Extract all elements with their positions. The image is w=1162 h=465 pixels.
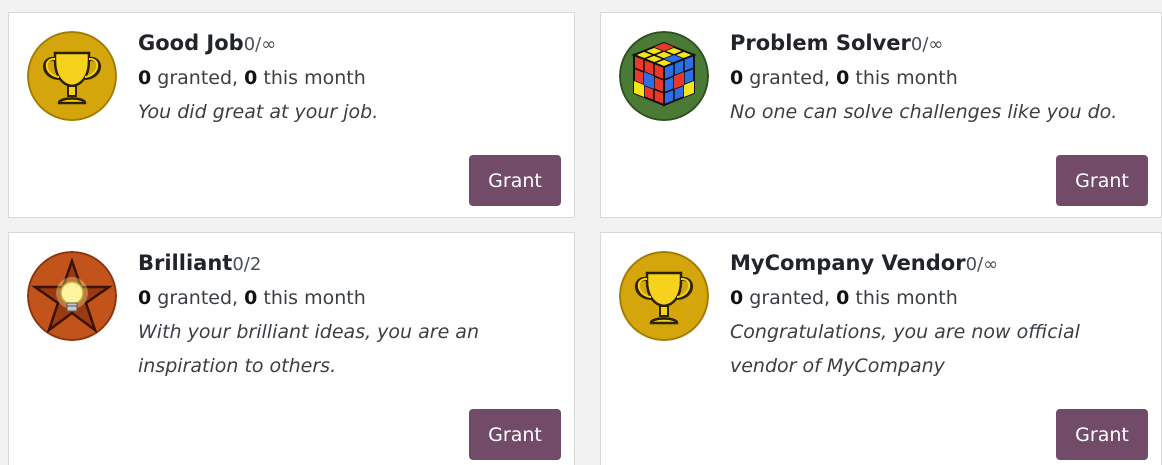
badge-description: Congratulations, you are now official ve… [730, 321, 1080, 377]
badge-grid: Good Job0/∞ 0 granted, 0 this month You … [0, 0, 1162, 465]
badge-card-problem-solver: Problem Solver0/∞ 0 granted, 0 this mont… [600, 12, 1162, 218]
badge-description: You did great at your job. [138, 101, 379, 123]
granted-count: 0 [730, 67, 744, 89]
badge-title: MyCompany Vendor0/∞ [730, 247, 1147, 281]
badge-card-brilliant: Brilliant0/2 0 granted, 0 this month Wit… [8, 232, 575, 465]
badge-card-good-job: Good Job0/∞ 0 granted, 0 this month You … [8, 12, 575, 218]
badge-title: Brilliant0/2 [138, 247, 560, 281]
badge-limit: 0/∞ [910, 34, 944, 55]
month-count: 0 [244, 287, 258, 309]
badge-stats: 0 granted, 0 this month [730, 67, 958, 89]
badge-info: Good Job0/∞ 0 granted, 0 this month You … [138, 27, 560, 129]
trophy-icon [619, 251, 709, 341]
badge-info: Brilliant0/2 0 granted, 0 this month Wit… [138, 247, 560, 383]
granted-count: 0 [138, 67, 152, 89]
badge-limit: 0/∞ [243, 34, 277, 55]
granted-count: 0 [730, 287, 744, 309]
badge-stats: 0 granted, 0 this month [138, 67, 366, 89]
trophy-icon [27, 31, 117, 121]
badge-name: Problem Solver [730, 31, 911, 55]
badge-title: Good Job0/∞ [138, 27, 560, 61]
badge-description: With your brilliant ideas, you are an in… [138, 321, 479, 377]
granted-count: 0 [138, 287, 152, 309]
badge-title: Problem Solver0/∞ [730, 27, 1147, 61]
star-lightbulb-icon [27, 251, 117, 341]
month-count: 0 [244, 67, 258, 89]
grant-button[interactable]: Grant [469, 155, 561, 206]
badge-limit: 0/2 [232, 254, 262, 275]
badge-card-mycompany-vendor: MyCompany Vendor0/∞ 0 granted, 0 this mo… [600, 232, 1162, 465]
grant-button[interactable]: Grant [1056, 409, 1148, 460]
month-count: 0 [836, 67, 850, 89]
rubiks-cube-icon [619, 31, 709, 121]
grant-button[interactable]: Grant [1056, 155, 1148, 206]
badge-info: MyCompany Vendor0/∞ 0 granted, 0 this mo… [730, 247, 1147, 383]
badge-description: No one can solve challenges like you do. [730, 101, 1118, 123]
badge-info: Problem Solver0/∞ 0 granted, 0 this mont… [730, 27, 1147, 129]
badge-name: Good Job [138, 31, 244, 55]
badge-stats: 0 granted, 0 this month [730, 287, 958, 309]
badge-name: MyCompany Vendor [730, 251, 966, 275]
badge-stats: 0 granted, 0 this month [138, 287, 366, 309]
month-count: 0 [836, 287, 850, 309]
badge-name: Brilliant [138, 251, 233, 275]
badge-limit: 0/∞ [965, 254, 999, 275]
grant-button[interactable]: Grant [469, 409, 561, 460]
